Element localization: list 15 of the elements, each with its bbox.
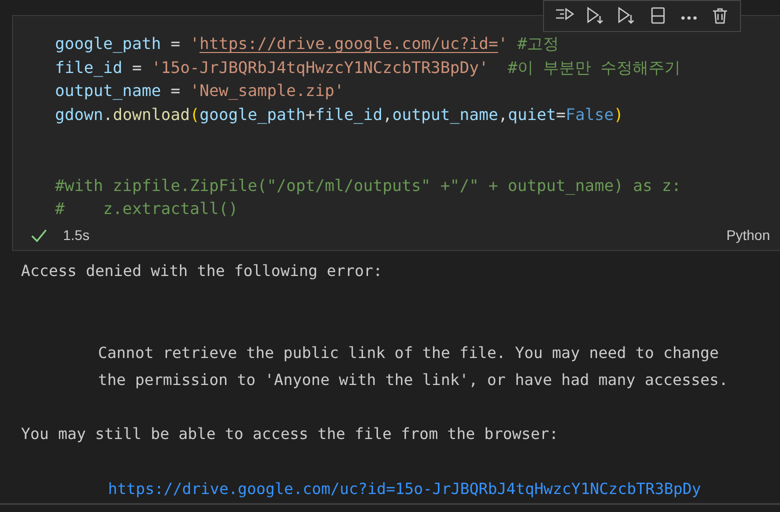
code-line: gdown.download(google_path+file_id,output_name,quiet=False): [55, 104, 624, 126]
output-line: Access denied with the following error:: [21, 261, 382, 282]
output-link[interactable]: https://drive.google.com/uc?id=15o-JrJBQRbJ4tqHwzcY1NCzcbTR3BpDy: [21, 474, 702, 502]
code-line: output_name = 'New_sample.zip': [55, 80, 345, 102]
code-line: #with zipfile.ZipFile("/opt/ml/outputs" +"/" + output_name) as z:: [55, 174, 682, 197]
run-next-icon[interactable]: [616, 6, 636, 25]
code-line: # z.extractall(): [55, 198, 240, 220]
output-line: You may still be able to access the file from the browser:: [21, 424, 558, 446]
output-line: the permission to 'Anyone with the link', or have had many accesses.: [97, 370, 728, 391]
code-line: google_path = 'https://drive.google.com/uc?id=' #고정: [55, 33, 560, 55]
run-below-icon[interactable]: [584, 6, 605, 25]
output-line: Cannot retrieve the public link of the file. You may need to change: [97, 342, 719, 364]
execution-time: 1.5s: [63, 226, 90, 245]
code-line: file_id = '15o-JrJBQRbJ4tqHwzcY1NCzcbTR3BpDy' #이 부분만 수정해주기: [55, 56, 682, 79]
language-label[interactable]: Python: [726, 225, 770, 246]
